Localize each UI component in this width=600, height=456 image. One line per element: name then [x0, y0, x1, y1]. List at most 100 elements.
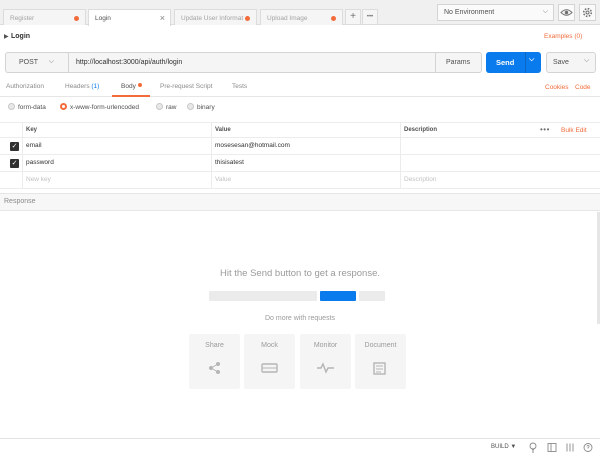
column-divider	[400, 138, 401, 154]
tab-body-label: Body	[121, 83, 136, 90]
environment-select[interactable]: No Environment ⌵	[437, 4, 554, 21]
response-title: Response	[4, 198, 36, 205]
row-checkbox[interactable]: ✓	[10, 159, 19, 168]
help-icon[interactable]	[583, 442, 593, 453]
radio-label: x-www-form-urlencoded	[70, 104, 139, 111]
share-card[interactable]: Share	[189, 334, 240, 389]
bulk-edit-link[interactable]: Bulk Edit	[561, 127, 587, 134]
chevron-down-icon[interactable]: ⌵	[584, 57, 589, 65]
more-with-requests-label: Do more with requests	[264, 315, 336, 322]
code-link[interactable]: Code	[575, 84, 591, 91]
radio-circle-icon	[60, 103, 67, 110]
placeholder-bar	[209, 291, 317, 301]
tab-update-user[interactable]: Update User Informat	[174, 9, 257, 25]
key-cell[interactable]: password	[26, 159, 54, 166]
tab-headers-label: Headers	[65, 83, 90, 90]
new-description-input[interactable]: Description	[404, 176, 437, 183]
card-label: Share	[205, 342, 224, 349]
mock-card[interactable]: Mock	[244, 334, 295, 389]
request-title: Login	[11, 33, 31, 40]
card-label: Mock	[261, 342, 278, 349]
url-value: http://localhost:3000/api/auth/login	[76, 59, 183, 66]
share-icon	[209, 362, 220, 374]
close-tab-icon[interactable]: ×	[160, 13, 165, 23]
tab-register[interactable]: Register	[3, 9, 86, 25]
response-header: Response	[0, 193, 600, 211]
gear-icon	[582, 7, 593, 18]
environment-quick-look-button[interactable]	[558, 4, 575, 21]
new-key-input[interactable]: New key	[26, 176, 51, 183]
send-divider	[525, 52, 526, 73]
build-dropdown[interactable]: BUILD ▼	[491, 444, 516, 450]
radio-binary[interactable]: binary	[187, 103, 215, 111]
column-divider	[211, 138, 212, 154]
card-label: Monitor	[313, 342, 338, 349]
new-param-row: New key Value Description	[0, 172, 600, 189]
modified-dot-icon	[137, 83, 142, 87]
placeholder-bar-highlight	[320, 291, 356, 301]
request-subtabs: Authorization Headers (1) Body Pre-reque…	[0, 79, 600, 97]
tab-authorization[interactable]: Authorization	[6, 83, 44, 90]
tab-body[interactable]: Body	[121, 83, 142, 90]
more-options-icon[interactable]: •••	[540, 125, 550, 134]
send-label: Send	[496, 58, 515, 67]
column-description: Description	[404, 127, 438, 133]
column-divider	[211, 123, 212, 137]
column-divider	[22, 138, 23, 154]
collapse-triangle-icon[interactable]: ▶	[4, 33, 9, 40]
method-select[interactable]: POST ⌵	[5, 52, 68, 73]
monitor-card[interactable]: Monitor	[300, 334, 351, 389]
request-tab-bar: Register Login × Update User Informat Up…	[0, 0, 600, 26]
radio-circle-icon	[156, 103, 163, 110]
examples-dropdown[interactable]: Examples (0)	[544, 33, 582, 40]
request-title-row: ▶ Login Examples (0)	[0, 26, 600, 48]
unsaved-dot-icon	[245, 16, 250, 21]
tab-options-button[interactable]: •••	[362, 9, 378, 25]
send-hint: Hit the Send button to get a response.	[219, 268, 381, 279]
eye-icon	[560, 9, 573, 16]
radio-label: binary	[197, 104, 215, 111]
tab-upload-image[interactable]: Upload Image	[260, 9, 343, 25]
column-divider	[211, 155, 212, 171]
value-cell[interactable]: thisisatest	[215, 159, 244, 166]
tab-pre-request-script[interactable]: Pre-request Script	[160, 83, 212, 90]
radio-x-www-form-urlencoded[interactable]: x-www-form-urlencoded	[60, 103, 139, 111]
columns-icon[interactable]	[565, 442, 575, 453]
tab-login[interactable]: Login ×	[88, 9, 171, 26]
table-row: ✓ email mosesesan@hotmail.com	[0, 138, 600, 155]
radio-circle-icon	[187, 103, 194, 110]
chevron-down-icon[interactable]: ⌵	[529, 56, 534, 64]
row-checkbox[interactable]: ✓	[10, 142, 19, 151]
column-divider	[22, 172, 23, 188]
layout-icon[interactable]	[547, 442, 557, 453]
value-cell[interactable]: mosesesan@hotmail.com	[215, 142, 290, 149]
send-button[interactable]: Send ⌵	[486, 52, 541, 73]
headers-count: (1)	[91, 83, 100, 90]
column-divider	[400, 155, 401, 171]
card-label: Document	[364, 342, 397, 349]
radio-raw[interactable]: raw	[156, 103, 176, 111]
url-input[interactable]: http://localhost:3000/api/auth/login	[68, 52, 436, 73]
save-button[interactable]: Save ⌵	[546, 52, 596, 73]
environment-value: No Environment	[444, 9, 495, 16]
tab-label: Register	[10, 15, 35, 22]
manage-environments-button[interactable]	[579, 4, 596, 21]
table-header-row: Key Value Description ••• Bulk Edit	[0, 122, 600, 138]
lightbulb-icon[interactable]	[528, 442, 538, 453]
column-divider	[22, 123, 23, 137]
new-value-input[interactable]: Value	[215, 176, 231, 183]
params-button[interactable]: Params	[436, 52, 482, 73]
status-bar: BUILD ▼	[0, 438, 600, 456]
server-icon	[261, 363, 278, 373]
key-cell[interactable]: email	[26, 142, 42, 149]
tab-headers[interactable]: Headers (1)	[65, 83, 99, 90]
document-icon	[373, 362, 386, 375]
cookies-link[interactable]: Cookies	[545, 84, 568, 91]
radio-form-data[interactable]: form-data	[8, 103, 46, 111]
tab-label: Upload Image	[267, 15, 308, 22]
column-value: Value	[215, 127, 231, 133]
new-tab-button[interactable]: +	[345, 9, 361, 25]
document-card[interactable]: Document	[355, 334, 406, 389]
active-tab-indicator	[112, 95, 150, 97]
tab-tests[interactable]: Tests	[232, 83, 247, 90]
